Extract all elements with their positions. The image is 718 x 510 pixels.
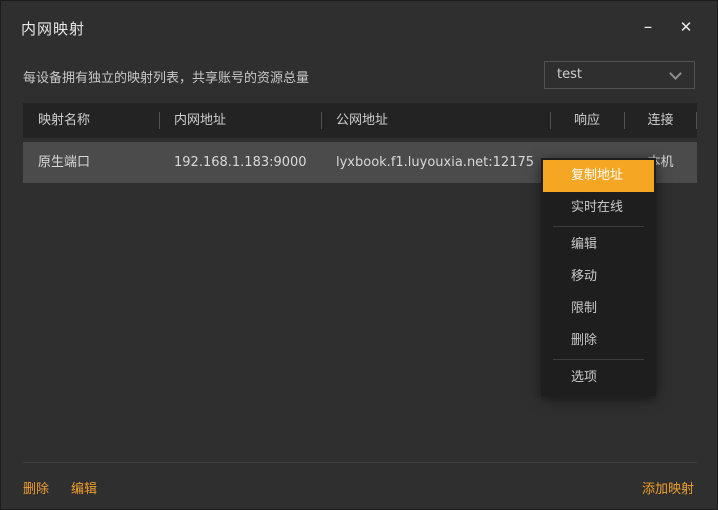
app-window: 内网映射 – ✕ 每设备拥有独立的映射列表，共享账号的资源总量 test 映射名… <box>0 0 718 510</box>
close-button[interactable]: ✕ <box>671 15 701 41</box>
column-header-connection: 连接 <box>624 103 697 138</box>
menu-item-realtime-online[interactable]: 实时在线 <box>543 192 654 224</box>
window-title: 内网映射 <box>21 20 86 38</box>
column-header-wan-address: 公网地址 <box>321 103 550 138</box>
add-mapping-link[interactable]: 添加映射 <box>642 478 694 497</box>
delete-link[interactable]: 删除 <box>23 478 49 497</box>
device-select[interactable]: test <box>544 61 695 89</box>
row-name: 原生端口 <box>38 155 91 170</box>
minimize-button[interactable]: – <box>633 15 663 41</box>
menu-separator <box>553 359 644 360</box>
column-header-lan-address: 内网地址 <box>159 103 321 138</box>
context-menu: 复制地址 实时在线 编辑 移动 限制 删除 选项 <box>541 158 656 396</box>
row-lan-address: 192.168.1.183:9000 <box>174 155 307 170</box>
menu-item-options[interactable]: 选项 <box>543 362 654 394</box>
minimize-icon: – <box>643 17 653 37</box>
table-header: 映射名称 内网地址 公网地址 响应 连接 <box>23 103 697 138</box>
menu-item-move[interactable]: 移动 <box>543 261 654 293</box>
column-header-name: 映射名称 <box>38 113 91 128</box>
edit-link[interactable]: 编辑 <box>71 478 97 497</box>
menu-separator <box>553 226 644 227</box>
footer-divider <box>23 462 697 463</box>
mapping-description: 每设备拥有独立的映射列表，共享账号的资源总量 <box>23 71 310 86</box>
column-header-response: 响应 <box>550 103 624 138</box>
menu-item-edit[interactable]: 编辑 <box>543 229 654 261</box>
menu-item-delete[interactable]: 删除 <box>543 325 654 357</box>
row-wan-address: lyxbook.f1.luyouxia.net:12175 <box>336 155 535 170</box>
menu-item-limit[interactable]: 限制 <box>543 293 654 325</box>
close-icon: ✕ <box>679 18 693 36</box>
menu-item-copy-address[interactable]: 复制地址 <box>543 160 654 192</box>
